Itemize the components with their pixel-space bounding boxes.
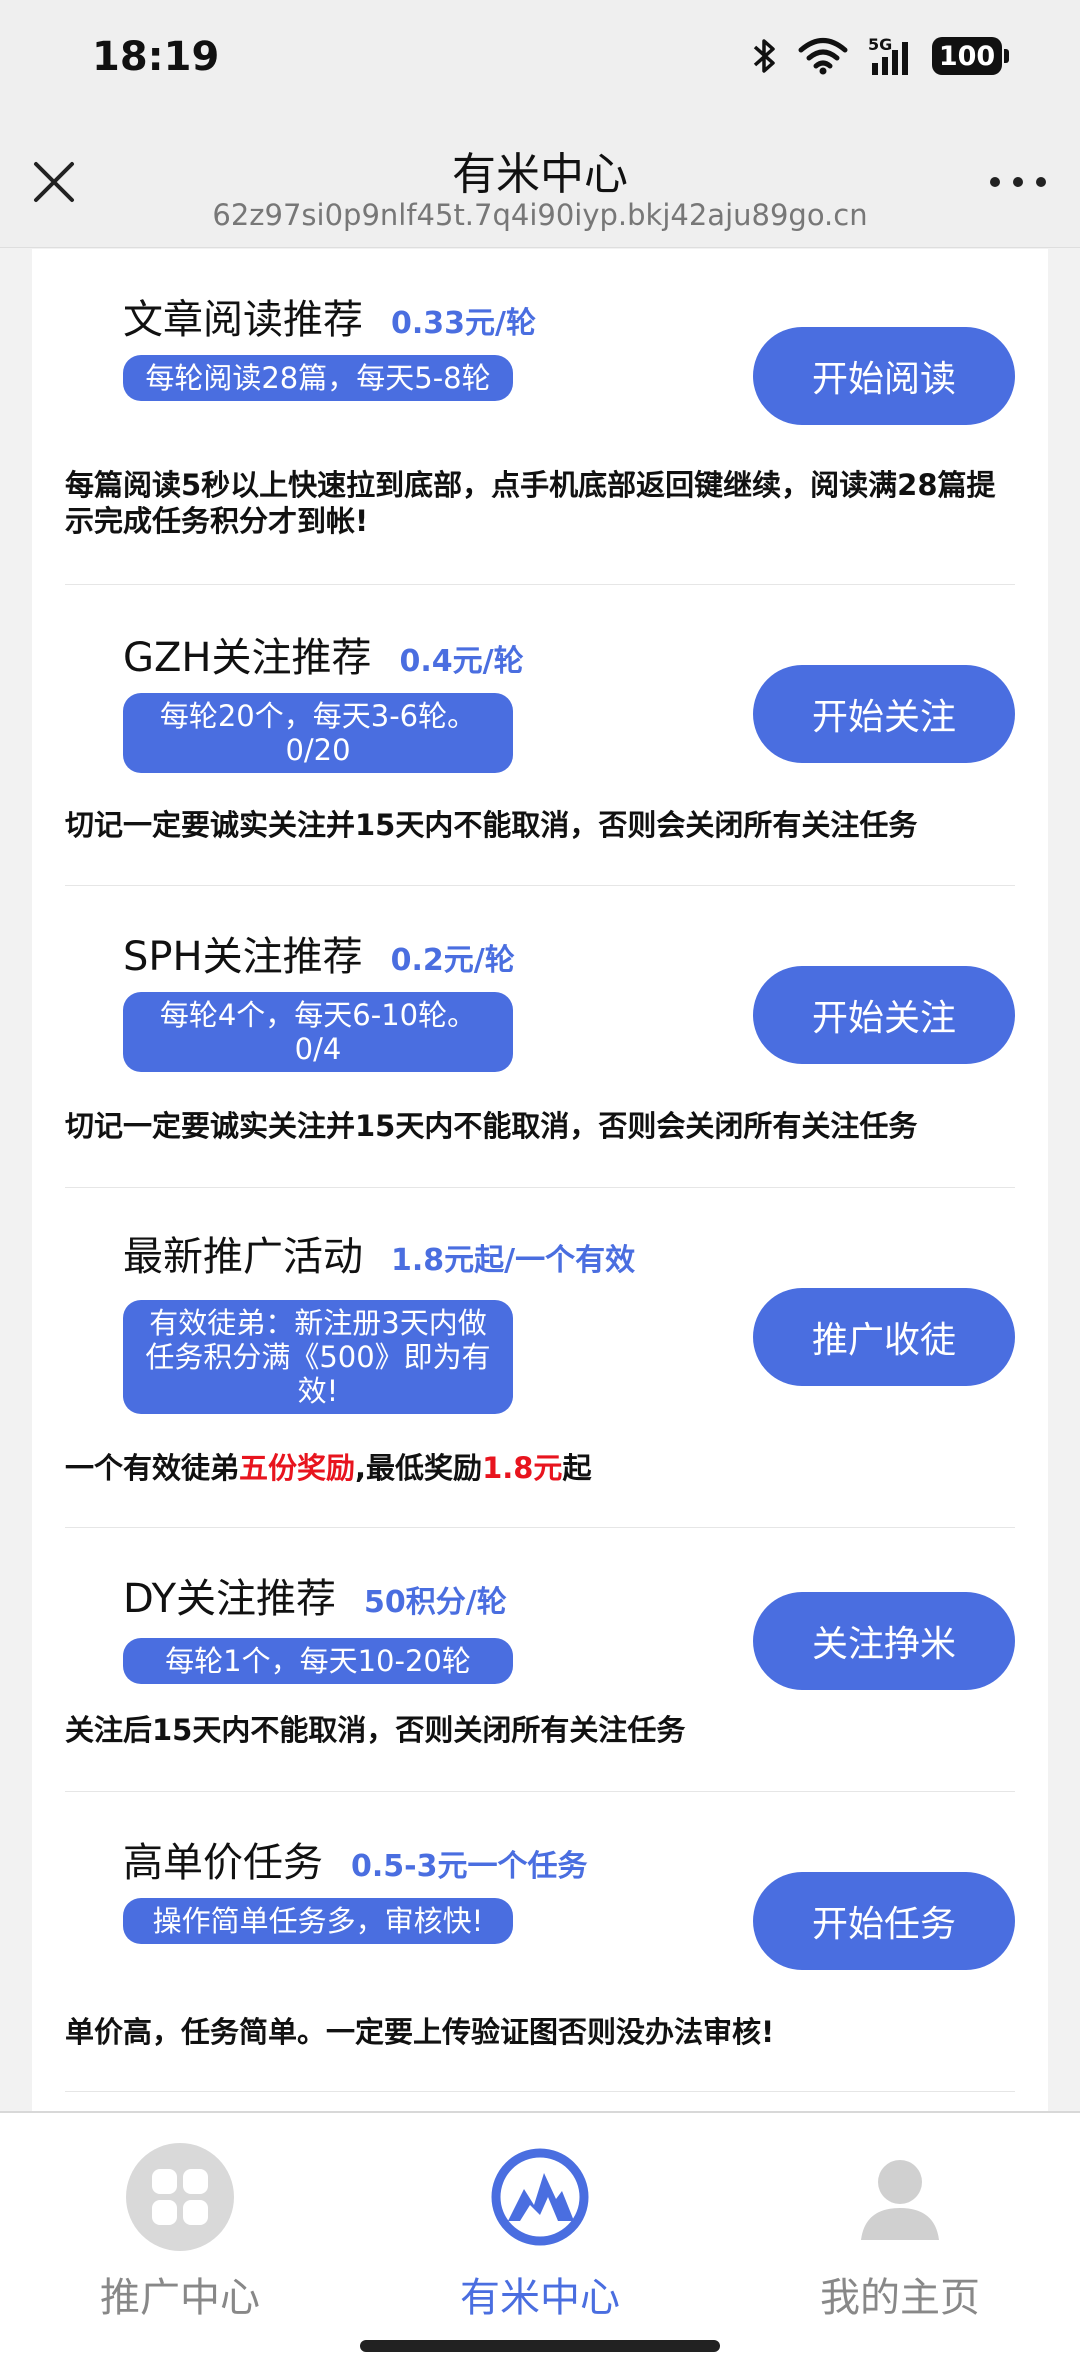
task-description: 单价高，任务简单。一定要上传验证图否则没办法审核! <box>65 2015 775 2049</box>
start-task-button[interactable]: 开始任务 <box>753 1872 1015 1970</box>
task-description: 一个有效徒弟五份奖励,最低奖励1.8元起 <box>65 1451 592 1485</box>
page-header: 有米中心 62z97si0p9nlf45t.7q4i90iyp.bkj42aju… <box>0 118 1080 248</box>
task-tag: 每轮20个，每天3-6轮。0/20 <box>123 693 513 773</box>
tab-label: 有米中心 <box>460 2275 620 2321</box>
tab-youmi-center[interactable]: 有米中心 <box>390 2143 690 2323</box>
task-description: 每篇阅读5秒以上快速拉到底部，点手机底部返回键继续，阅读满28篇提示完成任务积分… <box>65 468 996 538</box>
task-price: 0.2元/轮 <box>390 943 515 978</box>
task-description: 切记一定要诚实关注并15天内不能取消，否则会关闭所有关注任务 <box>65 1109 918 1143</box>
status-bar: 18:19 5G 100 <box>0 0 1080 118</box>
task-tag: 每轮阅读28篇，每天5-8轮 <box>123 355 513 401</box>
task-tag: 每轮4个，每天6-10轮。0/4 <box>123 992 513 1072</box>
task-title: 高单价任务 <box>123 1840 323 1886</box>
wifi-icon <box>798 38 848 75</box>
task-list: 文章阅读推荐 0.33元/轮 每轮阅读28篇，每天5-8轮 开始阅读 每篇阅读5… <box>32 249 1048 2111</box>
tab-label: 推广中心 <box>100 2275 260 2321</box>
task-card-sph-follow: SPH关注推荐 0.2元/轮 每轮4个，每天6-10轮。0/4 开始关注 切记一… <box>65 886 1015 1188</box>
tab-label: 我的主页 <box>820 2275 980 2321</box>
task-tag: 有效徒弟：新注册3天内做任务积分满《500》即为有效! <box>123 1300 513 1414</box>
status-time: 18:19 <box>92 34 220 80</box>
follow-earn-button[interactable]: 关注挣米 <box>753 1592 1015 1690</box>
task-tag: 每轮1个，每天10-20轮 <box>123 1638 513 1684</box>
home-indicator <box>360 2340 720 2352</box>
page-title: 有米中心 <box>452 149 628 200</box>
status-icons: 5G 100 <box>752 35 1009 76</box>
task-tag: 操作简单任务多，审核快! <box>123 1898 513 1944</box>
tab-my-home[interactable]: 我的主页 <box>750 2143 1050 2323</box>
page-url: 62z97si0p9nlf45t.7q4i90iyp.bkj42aju89go.… <box>212 198 868 232</box>
task-title: DY关注推荐 <box>123 1576 337 1622</box>
tab-promotion-center[interactable]: 推广中心 <box>30 2143 330 2323</box>
task-price: 0.5-3元一个任务 <box>351 1849 588 1884</box>
grid-icon <box>126 2143 234 2251</box>
start-follow-button[interactable]: 开始关注 <box>753 966 1015 1064</box>
task-card-high-price: 高单价任务 0.5-3元一个任务 操作简单任务多，审核快! 开始任务 单价高，任… <box>65 1792 1015 2092</box>
cellular-signal-icon: 5G <box>868 35 912 75</box>
start-follow-button[interactable]: 开始关注 <box>753 665 1015 763</box>
task-price: 1.8元起/一个有效 <box>391 1243 636 1278</box>
task-card-dy-follow: DY关注推荐 50积分/轮 每轮1个，每天10-20轮 关注挣米 关注后15天内… <box>65 1528 1015 1792</box>
task-price: 0.33元/轮 <box>391 306 536 341</box>
promote-recruit-button[interactable]: 推广收徒 <box>753 1288 1015 1386</box>
bottom-tab-bar: 推广中心 有米中心 我的主页 <box>0 2111 1080 2374</box>
task-price: 50积分/轮 <box>364 1585 507 1620</box>
more-options-icon[interactable] <box>990 170 1046 194</box>
task-price: 0.4元/轮 <box>399 644 524 679</box>
task-card-promotion: 最新推广活动 1.8元起/一个有效 有效徒弟：新注册3天内做任务积分满《500》… <box>65 1188 1015 1528</box>
start-reading-button[interactable]: 开始阅读 <box>753 327 1015 425</box>
highlight-amount: 1.8元 <box>482 1451 563 1485</box>
battery-level: 100 <box>938 40 996 72</box>
task-title: 文章阅读推荐 <box>123 297 363 343</box>
highlight-reward: 五份奖励 <box>239 1451 356 1485</box>
task-description: 关注后15天内不能取消，否则关闭所有关注任务 <box>65 1713 686 1747</box>
mountain-logo-icon <box>486 2143 594 2251</box>
task-title: 最新推广活动 <box>123 1234 363 1280</box>
task-card-article-reading: 文章阅读推荐 0.33元/轮 每轮阅读28篇，每天5-8轮 开始阅读 每篇阅读5… <box>65 249 1015 585</box>
task-title: SPH关注推荐 <box>123 934 363 980</box>
task-title: GZH关注推荐 <box>123 635 372 681</box>
bluetooth-icon <box>753 39 775 73</box>
task-card-gzh-follow: GZH关注推荐 0.4元/轮 每轮20个，每天3-6轮。0/20 开始关注 切记… <box>65 585 1015 886</box>
task-description: 切记一定要诚实关注并15天内不能取消，否则会关闭所有关注任务 <box>65 808 918 842</box>
user-icon <box>846 2143 954 2251</box>
battery-icon: 100 <box>932 37 1009 75</box>
